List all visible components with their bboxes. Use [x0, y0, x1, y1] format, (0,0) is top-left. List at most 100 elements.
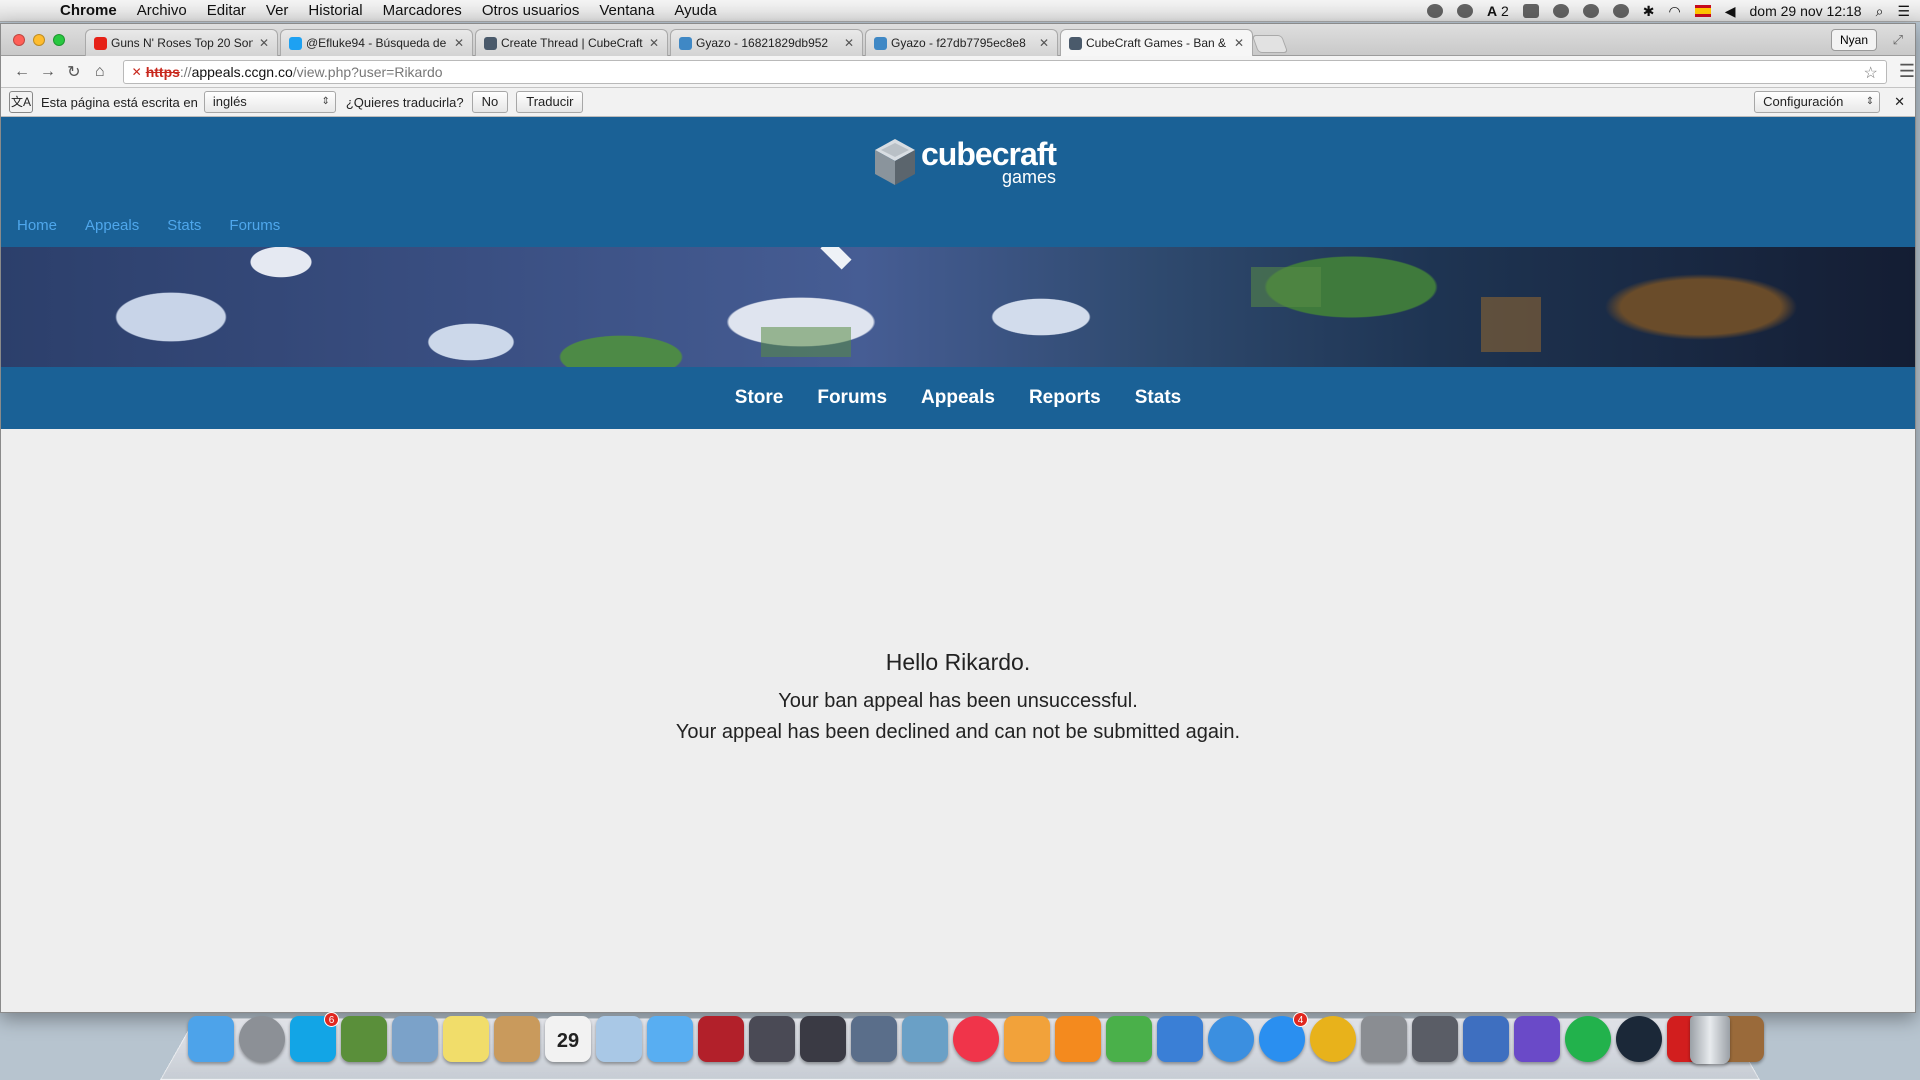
notification-center-icon[interactable]: ☰ — [1897, 3, 1910, 20]
menu-editar[interactable]: Editar — [197, 2, 256, 19]
translate-config-select[interactable]: Configuración — [1754, 91, 1881, 113]
checkmark-status-icon[interactable] — [1582, 4, 1599, 18]
profile-button[interactable]: Nyan — [1830, 29, 1877, 51]
ibooks-icon[interactable] — [1055, 1016, 1101, 1062]
tab-cubecraft-thread[interactable]: Create Thread | CubeCraft ✕ — [475, 29, 668, 56]
close-translate-icon[interactable]: ✕ — [1894, 94, 1905, 110]
imovie-star-icon[interactable] — [1514, 1016, 1560, 1062]
spotlight-icon[interactable]: ⌕ — [1876, 3, 1884, 20]
keynote-icon[interactable] — [1157, 1016, 1203, 1062]
app-store-icon[interactable]: 4 — [1259, 1012, 1308, 1062]
tab-twitter[interactable]: @Efluke94 - Búsqueda de ✕ — [280, 29, 473, 56]
launchpad-icon[interactable] — [239, 1016, 285, 1062]
tab-close-icon[interactable]: ✕ — [649, 36, 659, 50]
tab-cubecraft-ban-active[interactable]: CubeCraft Games - Ban & ✕ — [1060, 29, 1253, 56]
language-select[interactable]: inglés — [203, 91, 336, 113]
script-editor-icon[interactable] — [851, 1016, 897, 1062]
back-icon[interactable]: ← — [9, 63, 35, 81]
steam-icon[interactable] — [1616, 1016, 1662, 1062]
tab-gyazo-2[interactable]: Gyazo - f27db7795ec8e8 ✕ — [865, 29, 1058, 56]
address-bar[interactable]: ✕ https :// appeals.ccgn.co /view.php?us… — [122, 59, 1887, 84]
menu-app-name[interactable]: Chrome — [50, 2, 127, 19]
broken-lock-icon[interactable]: ✕ — [132, 65, 142, 79]
camera-status-icon[interactable] — [1522, 4, 1539, 18]
finder-icon[interactable] — [188, 1016, 234, 1062]
notes-icon[interactable] — [443, 1016, 489, 1062]
menu-otros-usuarios[interactable]: Otros usuarios — [472, 2, 590, 19]
chrome-menu-icon[interactable]: ☰ — [1899, 61, 1915, 82]
menu-ver[interactable]: Ver — [256, 2, 299, 19]
image-capture-icon[interactable] — [800, 1016, 846, 1062]
forward-icon[interactable]: → — [35, 63, 61, 81]
mainnav-reports-link[interactable]: Reports — [1029, 387, 1101, 409]
mail-icon[interactable] — [392, 1016, 438, 1062]
tab-close-icon[interactable]: ✕ — [844, 36, 854, 50]
contacts-icon[interactable] — [494, 1016, 540, 1062]
tab-close-icon[interactable]: ✕ — [259, 36, 269, 50]
new-tab-button[interactable] — [1251, 35, 1289, 53]
cloud-app-icon[interactable] — [1565, 1016, 1611, 1062]
record-status-icon[interactable] — [1552, 4, 1569, 18]
topnav-home-link[interactable]: Home — [17, 217, 57, 234]
trash-icon[interactable] — [1690, 1016, 1730, 1064]
input-source-flag-icon[interactable] — [1694, 5, 1711, 17]
imovie-icon[interactable] — [749, 1016, 795, 1062]
dock-icons: 6 29 4 — [188, 1012, 1764, 1062]
dvd-player-icon[interactable] — [1412, 1016, 1458, 1062]
dropbox-status-icon[interactable] — [1456, 4, 1473, 18]
menu-ventana[interactable]: Ventana — [589, 2, 664, 19]
wifi-icon[interactable]: ◠ — [1669, 3, 1681, 20]
volume-icon[interactable]: ◀ — [1725, 3, 1736, 20]
youtube-favicon-icon — [94, 36, 107, 50]
tab-close-icon[interactable]: ✕ — [454, 36, 464, 50]
home-icon[interactable]: ⌂ — [87, 63, 113, 81]
fullscreen-icon[interactable]: ⤢ — [1893, 32, 1903, 48]
pages-icon[interactable] — [1004, 1016, 1050, 1062]
no-translate-button[interactable]: No — [471, 91, 509, 113]
menu-marcadores[interactable]: Marcadores — [373, 2, 472, 19]
minecraft-icon[interactable] — [341, 1016, 387, 1062]
adobe-status-icon[interactable]: A 2 — [1487, 3, 1509, 19]
tab-gyazo-1[interactable]: Gyazo - 16821829db952 ✕ — [670, 29, 863, 56]
time-machine-icon[interactable] — [1612, 4, 1629, 18]
menu-archivo[interactable]: Archivo — [127, 2, 197, 19]
chrome-icon[interactable] — [1310, 1016, 1356, 1062]
cubecraft-logo[interactable]: cubecraft games — [873, 137, 1057, 187]
mainnav-store-link[interactable]: Store — [735, 387, 784, 409]
topnav-forums-link[interactable]: Forums — [229, 217, 280, 234]
tabs: Guns N' Roses Top 20 Songs ✕ @Efluke94 -… — [85, 29, 1289, 56]
translate-button[interactable]: Traducir — [516, 91, 584, 113]
preview-icon[interactable] — [596, 1016, 642, 1062]
menu-historial[interactable]: Historial — [298, 2, 372, 19]
calendar-icon[interactable]: 29 — [545, 1016, 591, 1062]
photo-booth-icon[interactable] — [698, 1016, 744, 1062]
topnav-stats-link[interactable]: Stats — [167, 217, 201, 234]
bookmark-star-icon[interactable]: ☆ — [1863, 63, 1877, 83]
menubar-clock[interactable]: dom 29 nov 12:18 — [1750, 3, 1862, 19]
safari-icon[interactable] — [1208, 1016, 1254, 1062]
close-window-button[interactable] — [13, 34, 25, 46]
minimize-window-button[interactable] — [33, 34, 45, 46]
tab-title: @Efluke94 - Búsqueda de — [306, 36, 447, 50]
bluetooth-icon[interactable]: ✱ — [1643, 3, 1655, 20]
mainnav-appeals-link[interactable]: Appeals — [921, 387, 995, 409]
sync-status-icon[interactable] — [1426, 4, 1443, 18]
topnav-appeals-link[interactable]: Appeals — [85, 217, 139, 234]
itunes-icon[interactable] — [953, 1016, 999, 1062]
main-nav: Store Forums Appeals Reports Stats — [1, 367, 1915, 429]
cube-logo-icon — [875, 139, 915, 185]
skype-icon[interactable]: 6 — [290, 1012, 339, 1062]
messages-icon[interactable] — [647, 1016, 693, 1062]
mainnav-forums-link[interactable]: Forums — [817, 387, 887, 409]
zoom-window-button[interactable] — [53, 34, 65, 46]
tab-youtube[interactable]: Guns N' Roses Top 20 Songs ✕ — [85, 29, 278, 56]
directory-utility-icon[interactable] — [1463, 1016, 1509, 1062]
menu-ayuda[interactable]: Ayuda — [664, 2, 726, 19]
iphoto-icon[interactable] — [902, 1016, 948, 1062]
numbers-icon[interactable] — [1106, 1016, 1152, 1062]
tab-close-icon[interactable]: ✕ — [1234, 36, 1244, 50]
reload-icon[interactable]: ↻ — [61, 62, 87, 82]
system-preferences-icon[interactable] — [1361, 1016, 1407, 1062]
tab-close-icon[interactable]: ✕ — [1039, 36, 1049, 50]
mainnav-stats-link[interactable]: Stats — [1135, 387, 1181, 409]
